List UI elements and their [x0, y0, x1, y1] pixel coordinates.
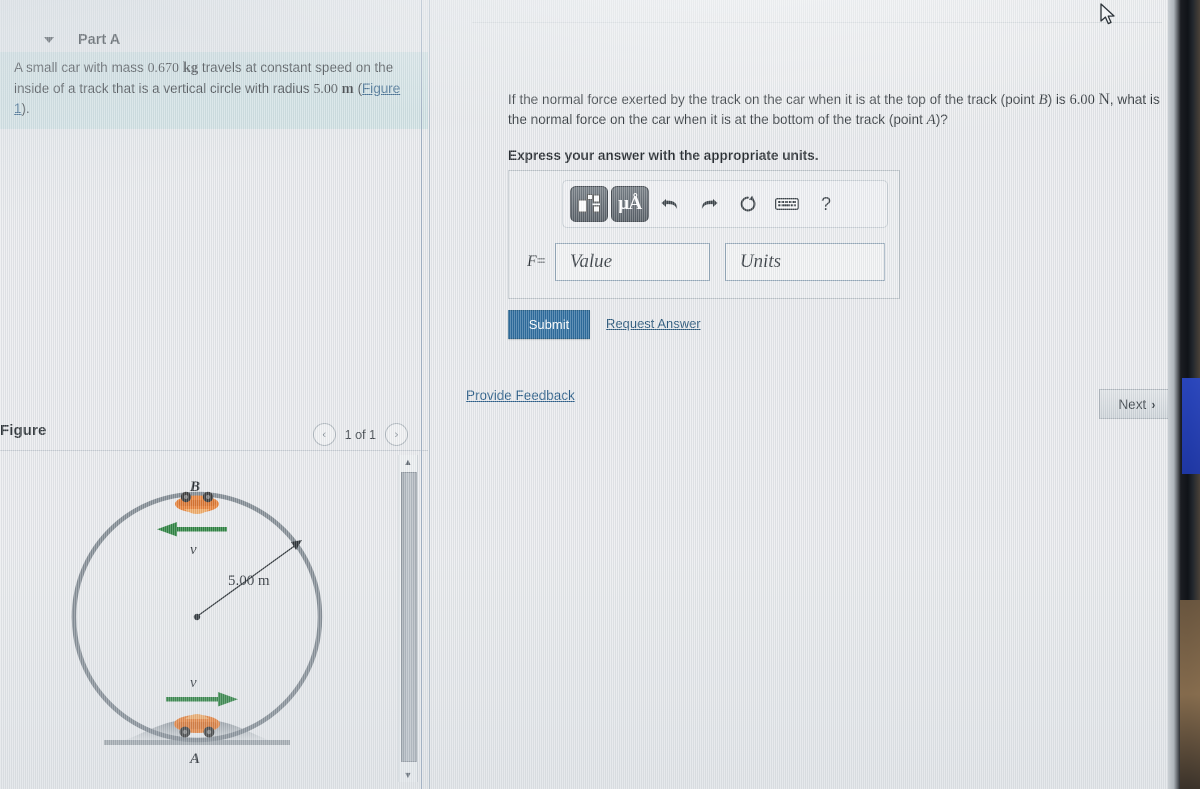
right-pane	[432, 0, 1168, 789]
bezel-blue-object	[1182, 378, 1200, 474]
label-point-a: A	[189, 751, 200, 767]
figure-page-label: 1 of 1	[344, 427, 376, 442]
pane-divider	[429, 0, 430, 789]
problem-radius-unit: m	[341, 80, 354, 97]
figure-title: Figure	[0, 422, 47, 439]
figure-prev-button[interactable]: ‹	[312, 423, 336, 446]
problem-mass-unit: kg	[182, 60, 199, 76]
scrollbar-thumb[interactable]	[401, 472, 417, 762]
figure-scrollbar[interactable]: ▲ ▼	[398, 455, 418, 782]
screen-photo: A small car with mass 0.670 kg travels a…	[0, 0, 1200, 789]
top-rule	[472, 22, 1162, 23]
scroll-down-arrow[interactable]: ▼	[399, 768, 417, 782]
problem-text-1: A small car with mass	[14, 60, 148, 75]
problem-mass-value: 0.670	[147, 61, 180, 76]
car-bottom-point-a	[174, 714, 220, 738]
scroll-up-arrow[interactable]: ▲	[399, 455, 417, 469]
figure-divider	[0, 450, 428, 451]
left-pane: A small car with mass 0.670 kg travels a…	[0, 0, 428, 789]
problem-statement: A small car with mass 0.670 kg travels a…	[0, 52, 428, 129]
radius-label: 5.00 m	[228, 573, 270, 589]
scroll-rule	[421, 0, 422, 789]
problem-radius-value: 5.00	[313, 81, 338, 97]
label-velocity-top: v	[190, 542, 197, 558]
monitor-bezel	[1168, 0, 1200, 789]
bezel-wood-object	[1180, 600, 1200, 789]
velocity-arrow-bottom	[166, 692, 238, 707]
mouse-pointer-icon	[1100, 3, 1118, 32]
label-point-b: B	[189, 479, 200, 495]
figure-pager: ‹ 1 of 1 ›	[312, 423, 408, 446]
velocity-arrow-top	[157, 522, 227, 537]
figure-canvas[interactable]: 5.00 m B v v A	[0, 452, 395, 782]
figure-next-button[interactable]: ›	[385, 423, 408, 446]
label-velocity-bottom: v	[190, 675, 197, 691]
